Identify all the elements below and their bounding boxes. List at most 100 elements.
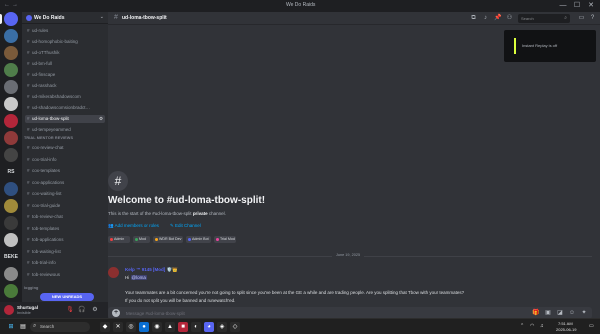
app-icon[interactable]: ◉: [152, 322, 162, 332]
channel-item[interactable]: # cox-applications: [25, 179, 105, 187]
channel-item[interactable]: # ud-rasshack: [25, 82, 105, 90]
channel-item[interactable]: # ud-shadowscomsionbradct…: [25, 104, 105, 112]
bell-icon[interactable]: ♪: [482, 15, 489, 22]
channel-item[interactable]: # ud-oTThushik: [25, 49, 105, 57]
server-icon[interactable]: [4, 46, 18, 60]
server-icon[interactable]: RS: [4, 165, 18, 179]
server-icon[interactable]: BEKE: [4, 250, 18, 264]
mute-mic-icon[interactable]: 🎙: [66, 306, 74, 314]
add-members-button[interactable]: 👥 Add members or roles: [108, 223, 159, 229]
channel-item[interactable]: # tob-trial-info: [25, 259, 105, 267]
emoji-icon[interactable]: ☺: [568, 309, 576, 317]
minimize-button[interactable]: —: [556, 1, 570, 11]
app-icon[interactable]: ◈: [217, 322, 227, 332]
app-icon[interactable]: ▲: [165, 322, 175, 332]
server-icon[interactable]: [4, 182, 18, 196]
deafen-icon[interactable]: 🎧: [78, 306, 86, 314]
channel-item[interactable]: # cox-review-chat: [25, 144, 105, 152]
clock-time[interactable]: 7:51 AM: [558, 321, 573, 326]
role-chip[interactable]: Trial Mod: [214, 236, 236, 243]
edit-channel-button[interactable]: ✎ Edit Channel: [170, 223, 201, 229]
server-icon[interactable]: [4, 131, 18, 145]
gift-icon[interactable]: 🎁: [532, 309, 540, 317]
app-icon[interactable]: ●: [139, 322, 149, 332]
channel-item[interactable]: # tob-applications: [25, 236, 105, 244]
server-icon[interactable]: [4, 267, 18, 281]
server-icon[interactable]: [4, 114, 18, 128]
home-icon[interactable]: [4, 12, 18, 26]
new-unreads-button[interactable]: NEW UNREADS: [40, 293, 94, 301]
task-view-icon[interactable]: ▤: [18, 322, 28, 332]
category-trial-mentor-reviews[interactable]: TRIAL MENTOR REVIEWS: [24, 136, 73, 140]
chevron-up-icon[interactable]: ⌃: [520, 323, 524, 329]
maximize-button[interactable]: ☐: [570, 1, 584, 11]
server-icon[interactable]: [4, 199, 18, 213]
forward-arrow-icon[interactable]: →: [12, 2, 18, 8]
discord-taskbar-icon[interactable]: ◕: [204, 322, 214, 332]
server-icon[interactable]: [4, 284, 18, 298]
role-chip[interactable]: Admin Bot: [186, 236, 211, 243]
gif-icon[interactable]: ▣: [544, 309, 552, 317]
channel-item[interactable]: # ud-tempeyeammed: [25, 126, 105, 134]
sticker-icon[interactable]: ◪: [556, 309, 564, 317]
gear-icon[interactable]: ⚙: [91, 306, 99, 314]
hash-icon: #: [27, 50, 30, 55]
notification-icon[interactable]: ▭: [589, 323, 594, 329]
search-input[interactable]: Search ⌕: [518, 14, 570, 23]
app-icon[interactable]: ◇: [230, 322, 240, 332]
threads-icon[interactable]: ⧉: [470, 15, 477, 22]
category-logging[interactable]: logging: [24, 286, 38, 290]
inbox-icon[interactable]: ▭: [578, 15, 585, 22]
channel-item[interactable]: # ud-rules: [25, 27, 105, 35]
channel-item[interactable]: # tob-reviewous: [25, 271, 105, 279]
wifi-icon[interactable]: ◠: [530, 323, 534, 329]
server-icon[interactable]: [4, 216, 18, 230]
channel-item[interactable]: # cox-trial-info: [25, 156, 105, 164]
guild-header[interactable]: We Do Raids ⌄: [22, 12, 108, 24]
avatar[interactable]: [108, 267, 119, 278]
channel-item[interactable]: # tob-waiting-list: [25, 248, 105, 256]
app-icon[interactable]: ■: [178, 322, 188, 332]
member-list-icon[interactable]: ⚇: [506, 15, 513, 22]
clock-date[interactable]: 2025-06-19: [556, 327, 576, 332]
server-icon[interactable]: [4, 97, 18, 111]
channel-item[interactable]: # ud-mikerabshadowscom: [25, 93, 105, 101]
server-icon[interactable]: [4, 148, 18, 162]
taskbar-search[interactable]: ⌕ Search: [30, 322, 90, 332]
role-chip[interactable]: Admin: [108, 236, 130, 243]
role-chip[interactable]: WDR Bot Dev: [153, 236, 183, 243]
pin-icon[interactable]: 📌: [494, 15, 501, 22]
server-icon[interactable]: [4, 63, 18, 77]
attach-plus-icon[interactable]: +: [112, 309, 120, 317]
windows-start-icon[interactable]: ⊞: [6, 322, 16, 332]
channel-item[interactable]: # ud-bm-full: [25, 60, 105, 68]
role-chip[interactable]: Mod: [133, 236, 150, 243]
channel-item[interactable]: # cox-templates: [25, 167, 105, 175]
app-icon[interactable]: ◆: [100, 322, 110, 332]
channel-item[interactable]: # ud-homophobic-baiting: [25, 38, 105, 46]
app-icon[interactable]: ✕: [113, 322, 123, 332]
apps-icon[interactable]: ✦: [580, 309, 588, 317]
channel-item[interactable]: # ud-loma-tbow-split ⚙: [25, 115, 105, 123]
server-icon[interactable]: [4, 29, 18, 43]
close-button[interactable]: ✕: [584, 1, 598, 11]
help-icon[interactable]: ?: [589, 15, 596, 22]
volume-icon[interactable]: ♫: [540, 323, 544, 329]
user-mention[interactable]: @loma: [130, 275, 147, 280]
chevron-down-icon[interactable]: ⌄: [100, 14, 104, 20]
server-icon[interactable]: [4, 80, 18, 94]
app-icon[interactable]: ◎: [126, 322, 136, 332]
gear-icon[interactable]: ⚙: [99, 115, 103, 123]
channel-item[interactable]: # tob-review-chat: [25, 213, 105, 221]
back-arrow-icon[interactable]: ←: [4, 2, 10, 8]
channel-item[interactable]: # cox-trial-guide: [25, 202, 105, 210]
message-input[interactable]: [126, 309, 506, 317]
channel-item[interactable]: # ud-finscape: [25, 71, 105, 79]
message-author[interactable]: Kelp ™ 9145 [Mod] 🛡️👑: [125, 267, 178, 273]
server-icon[interactable]: [4, 233, 18, 247]
channel-item[interactable]: # tob-templates: [25, 225, 105, 233]
instant-replay-panel[interactable]: Instant Replay is off: [504, 30, 596, 62]
app-icon[interactable]: ◐: [191, 322, 201, 332]
avatar[interactable]: [4, 305, 14, 315]
channel-item[interactable]: # cox-waiting-list: [25, 190, 105, 198]
